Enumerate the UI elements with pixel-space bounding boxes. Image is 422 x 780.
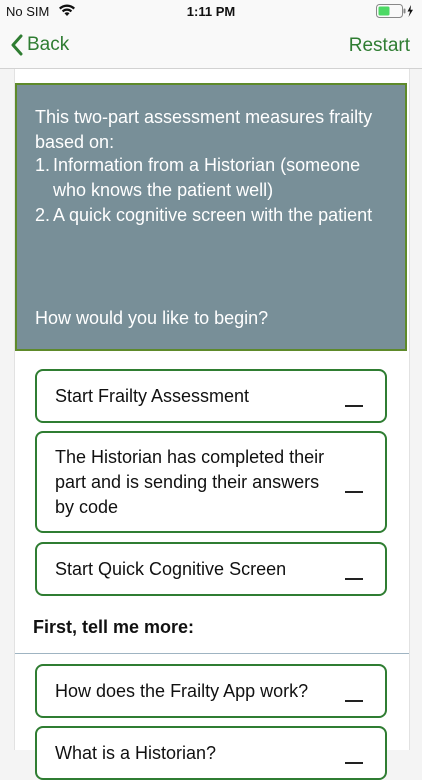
option-label: How does the Frailty App work? [55, 681, 309, 701]
dash-icon [345, 578, 363, 580]
option-label: Start Quick Cognitive Screen [55, 559, 287, 579]
historian-sending-code-button[interactable]: The Historian has completed their part a… [35, 431, 387, 533]
list-number: 1. [35, 155, 51, 175]
content-panel: This two-part assessment measures frailt… [14, 69, 410, 780]
info-box: This two-part assessment measures frailt… [15, 83, 407, 351]
info-list-item: 1. Information from a Historian (someone… [35, 153, 385, 203]
restart-button[interactable]: Restart [349, 35, 410, 57]
intro-text: This two-part assessment measures frailt… [35, 107, 373, 152]
dash-icon [345, 405, 363, 407]
navigation-bar: Back Restart [0, 22, 422, 69]
status-bar: No SIM 1:11 PM [0, 0, 422, 22]
dash-icon [345, 700, 363, 702]
battery-charging-icon [376, 4, 413, 18]
back-label: Back [27, 34, 70, 55]
dash-icon [345, 762, 363, 764]
clock: 1:11 PM [186, 4, 236, 19]
how-app-works-button[interactable]: How does the Frailty App work? [35, 664, 387, 718]
info-list: 1. Information from a Historian (someone… [35, 153, 385, 228]
info-list-item: 2. A quick cognitive screen with the pat… [35, 203, 385, 228]
start-quick-cognitive-screen-button[interactable]: Start Quick Cognitive Screen [35, 542, 387, 596]
section-heading: First, tell me more: [33, 617, 195, 637]
list-number: 2. [35, 205, 51, 225]
what-is-historian-button[interactable]: What is a Historian? [35, 726, 387, 780]
list-text: A quick cognitive screen with the patien… [53, 205, 373, 225]
start-frailty-assessment-button[interactable]: Start Frailty Assessment [35, 369, 387, 423]
back-button[interactable]: Back [10, 32, 69, 58]
divider [15, 653, 409, 654]
chevron-left-icon [11, 34, 23, 56]
option-label: The Historian has completed their part a… [55, 447, 325, 517]
option-label: Start Frailty Assessment [55, 386, 250, 406]
question-text: How would you like to begin? [35, 308, 269, 328]
list-text: Information from a Historian (someone wh… [53, 155, 361, 200]
dash-icon [345, 491, 363, 493]
option-label: What is a Historian? [55, 743, 217, 763]
